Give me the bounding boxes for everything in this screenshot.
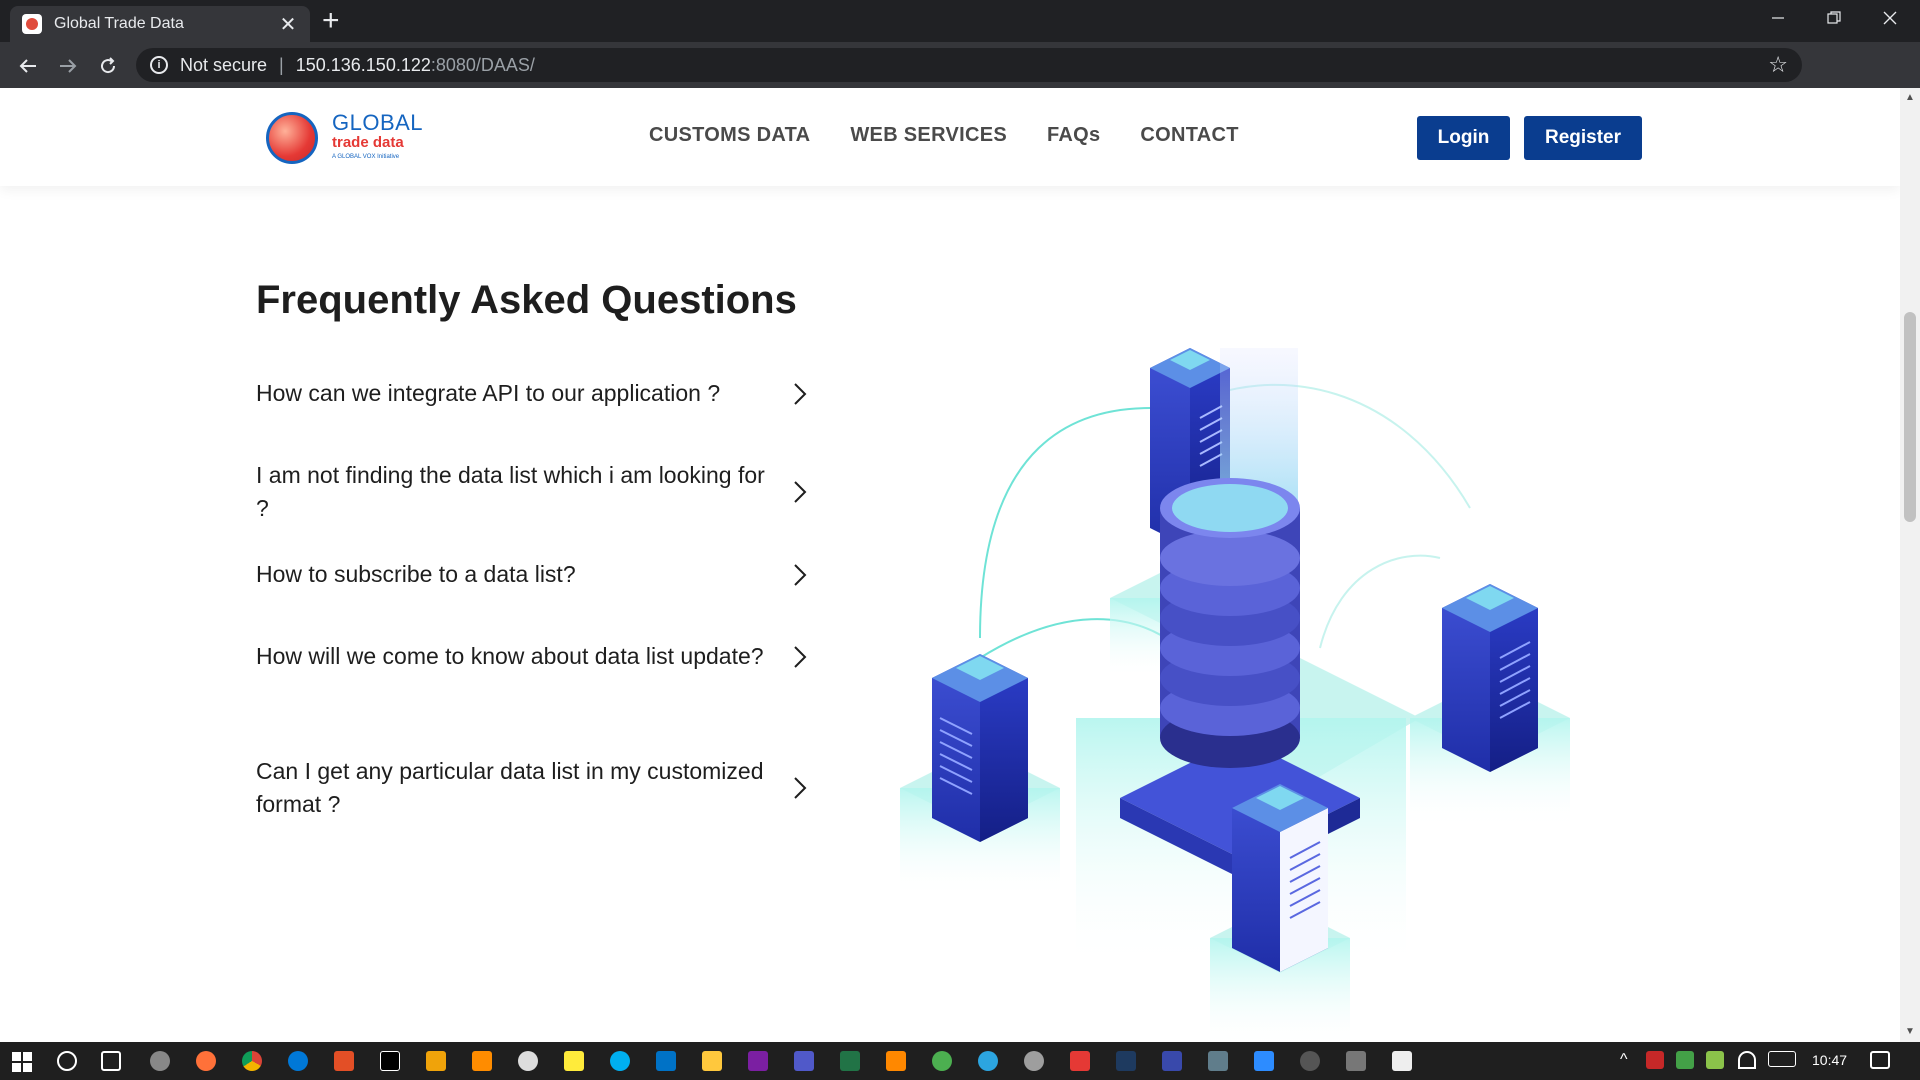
app-icon[interactable]	[334, 1051, 354, 1071]
search-icon[interactable]	[57, 1051, 77, 1071]
chevron-right-icon	[788, 645, 812, 669]
telegram-icon[interactable]	[978, 1051, 998, 1071]
faq-item[interactable]: How can we integrate API to our applicat…	[256, 377, 812, 410]
browser-tab-active[interactable]: Global Trade Data ✕	[10, 6, 310, 42]
scrollbar-thumb[interactable]	[1904, 312, 1916, 522]
app-icon[interactable]	[1208, 1051, 1228, 1071]
chevron-right-icon	[788, 563, 812, 587]
battery-icon[interactable]	[1676, 1051, 1694, 1069]
address-bar[interactable]: i Not secure | 150.136.150.122 :8080/DAA…	[136, 48, 1802, 82]
file-explorer-icon[interactable]	[702, 1051, 722, 1071]
main-nav: CUSTOMS DATA WEB SERVICES FAQs CONTACT	[649, 124, 1239, 147]
security-shield-icon[interactable]	[1706, 1051, 1724, 1069]
nav-faqs[interactable]: FAQs	[1047, 124, 1100, 147]
firefox-icon[interactable]	[196, 1051, 216, 1071]
app-icon[interactable]	[932, 1051, 952, 1071]
site-favicon-icon	[22, 14, 42, 34]
security-label: Not secure	[180, 54, 268, 75]
chevron-right-icon	[788, 480, 812, 504]
reload-icon[interactable]	[94, 52, 122, 80]
login-button[interactable]: Login	[1417, 116, 1510, 160]
tray-chevron-up-icon[interactable]: ^	[1620, 1051, 1628, 1069]
info-icon[interactable]: i	[150, 56, 168, 74]
sticky-notes-icon[interactable]	[564, 1051, 584, 1071]
logo-tagline: A GLOBAL VOX Initiative	[332, 154, 400, 160]
app-icon[interactable]	[1346, 1051, 1366, 1071]
site-header: GLOBAL trade data A GLOBAL VOX Initiativ…	[0, 88, 1900, 186]
settings-gear-icon[interactable]	[150, 1051, 170, 1071]
zoom-icon[interactable]	[1254, 1051, 1274, 1071]
tab-close-icon[interactable]: ✕	[278, 12, 298, 37]
windows-start-icon[interactable]	[12, 1052, 32, 1072]
keyboard-icon[interactable]	[1768, 1051, 1796, 1067]
app-icon[interactable]	[1116, 1051, 1136, 1071]
app-icon[interactable]	[518, 1051, 538, 1071]
clock-time[interactable]: 10:47	[1812, 1052, 1847, 1068]
outlook-icon[interactable]	[656, 1051, 676, 1071]
minimize-window-icon[interactable]	[1750, 0, 1806, 36]
skype-icon[interactable]	[610, 1051, 630, 1071]
faq-title: Frequently Asked Questions	[256, 278, 797, 322]
page-viewport: GLOBAL trade data A GLOBAL VOX Initiativ…	[0, 88, 1920, 1042]
data-center-illustration	[900, 348, 1570, 1042]
app-icon[interactable]	[1300, 1051, 1320, 1071]
app-icon[interactable]	[748, 1051, 768, 1071]
faq-question: I am not finding the data list which i a…	[256, 462, 765, 521]
forward-arrow-icon[interactable]	[54, 52, 82, 80]
app-icon[interactable]	[472, 1051, 492, 1071]
nav-web-services[interactable]: WEB SERVICES	[850, 124, 1007, 147]
logo-line-2: trade data	[332, 134, 404, 151]
app-icon[interactable]	[840, 1051, 860, 1071]
faq-item[interactable]: I am not finding the data list which i a…	[256, 459, 812, 525]
browser-toolbar: i Not secure | 150.136.150.122 :8080/DAA…	[0, 42, 1920, 122]
wifi-icon[interactable]	[1738, 1051, 1756, 1069]
app-icon[interactable]	[380, 1051, 400, 1071]
browser-tab-strip: Global Trade Data ✕ +	[0, 0, 1920, 42]
chevron-right-icon	[788, 382, 812, 406]
app-icon[interactable]	[1162, 1051, 1182, 1071]
teams-icon[interactable]	[794, 1051, 814, 1071]
faq-item[interactable]: Can I get any particular data list in my…	[256, 755, 812, 821]
faq-item[interactable]: How to subscribe to a data list?	[256, 558, 812, 591]
faq-item[interactable]: How will we come to know about data list…	[256, 640, 812, 673]
scroll-down-icon[interactable]: ▼	[1905, 1026, 1915, 1037]
app-icon[interactable]	[1024, 1051, 1044, 1071]
site-logo[interactable]: GLOBAL trade data A GLOBAL VOX Initiativ…	[266, 108, 423, 168]
windows-taskbar: ^ 10:47	[0, 1042, 1920, 1080]
close-window-icon[interactable]	[1862, 0, 1918, 36]
edge-icon[interactable]	[288, 1051, 308, 1071]
register-button[interactable]: Register	[1524, 116, 1642, 160]
scroll-up-icon[interactable]: ▲	[1905, 92, 1915, 103]
bookmark-star-icon[interactable]: ☆	[1768, 52, 1788, 78]
notifications-icon[interactable]	[1870, 1051, 1890, 1069]
url-separator: |	[279, 54, 284, 75]
faq-question: How will we come to know about data list…	[256, 643, 764, 669]
anydesk-icon[interactable]	[1070, 1051, 1090, 1071]
chrome-icon[interactable]	[242, 1051, 262, 1071]
app-icon[interactable]	[426, 1051, 446, 1071]
vlc-icon[interactable]	[886, 1051, 906, 1071]
faq-question: How can we integrate API to our applicat…	[256, 380, 721, 406]
faq-question: How to subscribe to a data list?	[256, 561, 576, 587]
faq-question: Can I get any particular data list in my…	[256, 758, 764, 817]
logo-line-1: GLOBAL	[332, 110, 424, 135]
tray-app-icon[interactable]	[1646, 1051, 1664, 1069]
globe-logo-icon	[266, 112, 318, 164]
back-arrow-icon[interactable]	[14, 52, 42, 80]
url-host: 150.136.150.122	[295, 54, 431, 75]
url-path: :8080/DAAS/	[430, 54, 535, 75]
new-tab-button[interactable]: +	[322, 6, 340, 36]
page-scrollbar[interactable]: ▲ ▼	[1900, 88, 1920, 1042]
nav-customs-data[interactable]: CUSTOMS DATA	[649, 124, 810, 147]
restore-window-icon[interactable]	[1806, 0, 1862, 36]
nav-contact[interactable]: CONTACT	[1140, 124, 1238, 147]
task-view-icon[interactable]	[101, 1051, 121, 1071]
tab-title: Global Trade Data	[54, 15, 184, 32]
chevron-right-icon	[788, 776, 812, 800]
app-icon[interactable]	[1392, 1051, 1412, 1071]
